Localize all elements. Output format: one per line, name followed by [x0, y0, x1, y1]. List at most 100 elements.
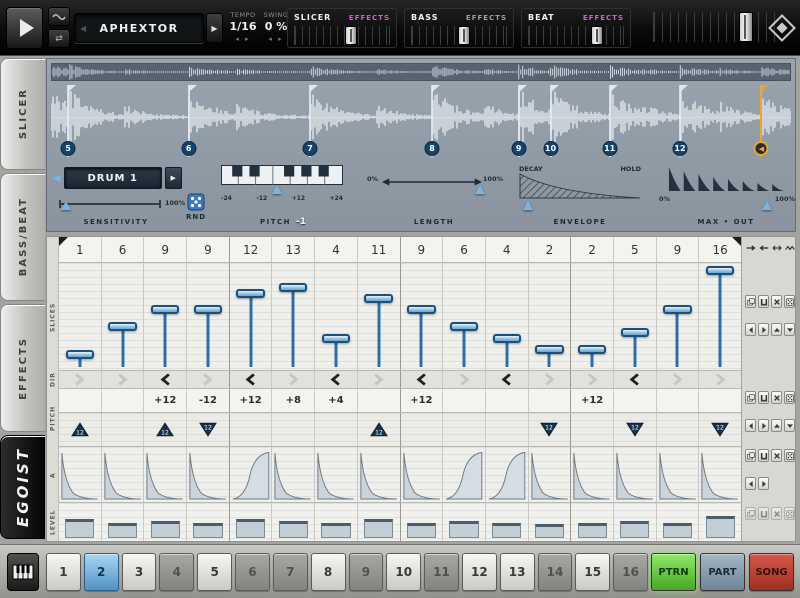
pitch-marker[interactable] — [272, 185, 282, 194]
direction-toggle[interactable] — [59, 371, 102, 388]
envelope-shape[interactable] — [272, 447, 315, 502]
channel-volume-fader[interactable] — [294, 26, 390, 45]
slices-right-button[interactable] — [758, 323, 769, 336]
level-bar[interactable] — [486, 503, 529, 541]
channel-effects-button[interactable]: EFFECTS — [583, 14, 624, 22]
swap-button[interactable]: ⇄ — [48, 29, 70, 48]
mode-part-button[interactable]: PART — [700, 553, 745, 591]
direction-toggle[interactable] — [699, 371, 741, 388]
sensitivity-slider[interactable] — [59, 197, 161, 213]
envelope-shape[interactable] — [486, 447, 529, 502]
arrow-both-button[interactable] — [771, 242, 782, 254]
step-slice-number[interactable]: 5 — [614, 237, 657, 262]
pattern-step-12[interactable]: 12 — [462, 553, 497, 591]
direction-toggle[interactable] — [358, 371, 401, 388]
slice-marker-badge[interactable]: 11 — [602, 141, 617, 156]
pitch-transpose-value[interactable]: -12 — [187, 389, 230, 412]
pattern-step-2[interactable]: 2 — [84, 553, 119, 591]
slice-slider[interactable] — [187, 263, 230, 370]
pattern-step-13[interactable]: 13 — [500, 553, 535, 591]
slice-slider[interactable] — [614, 263, 657, 370]
step-slice-number[interactable]: 1 — [59, 237, 102, 262]
step-slice-number[interactable]: 13 — [272, 237, 315, 262]
slider-handle[interactable] — [151, 305, 179, 314]
maxout-marker[interactable] — [762, 201, 772, 210]
pitch-octave-marker[interactable] — [272, 413, 315, 446]
pattern-step-3[interactable]: 3 — [122, 553, 157, 591]
zigzag-button[interactable] — [784, 242, 795, 254]
end-marker-badge[interactable]: ◀ — [754, 141, 769, 156]
tempo-control[interactable]: TEMPO 1/16 ◂ ▸ — [226, 11, 260, 43]
pitch-octave-marker[interactable] — [102, 413, 145, 446]
pitch-octave-marker[interactable] — [443, 413, 486, 446]
pitch-octave-marker[interactable] — [486, 413, 529, 446]
pitch-transpose-value[interactable]: +12 — [230, 389, 273, 412]
sensitivity-marker[interactable] — [61, 201, 71, 210]
slice-slider[interactable] — [486, 263, 529, 370]
slider-handle[interactable] — [535, 345, 563, 354]
direction-toggle[interactable] — [144, 371, 187, 388]
side-tab-effects[interactable]: EFFECTS — [0, 304, 45, 432]
pitch-transpose-value[interactable] — [699, 389, 741, 412]
length-marker[interactable] — [475, 185, 485, 194]
slice-marker-badge[interactable]: 7 — [303, 141, 318, 156]
level-paste-button[interactable] — [758, 507, 769, 520]
channel-effects-button[interactable]: EFFECTS — [466, 14, 507, 22]
slider-handle[interactable] — [66, 350, 94, 359]
level-bar[interactable] — [699, 503, 741, 541]
direction-toggle[interactable] — [657, 371, 700, 388]
slider-handle[interactable] — [663, 305, 691, 314]
slice-slider[interactable] — [443, 263, 486, 370]
slice-slider[interactable] — [272, 263, 315, 370]
direction-toggle[interactable] — [187, 371, 230, 388]
slice-slider[interactable] — [59, 263, 102, 370]
pitch-random-button[interactable] — [784, 391, 795, 404]
pitch-left-button[interactable] — [745, 419, 756, 432]
envelope-marker[interactable] — [523, 201, 533, 210]
envelope-shape[interactable] — [187, 447, 230, 502]
preset-next-button[interactable]: ▶ — [206, 13, 223, 43]
slider-handle[interactable] — [364, 294, 392, 303]
mode-ptrn-button[interactable]: PTRN — [651, 553, 696, 591]
slider-handle[interactable] — [450, 322, 478, 331]
level-bar[interactable] — [657, 503, 700, 541]
slices-delete-button[interactable] — [771, 295, 782, 308]
side-tab-slicer[interactable]: SLICER — [0, 58, 45, 170]
length-marker-track[interactable] — [381, 185, 483, 195]
pitch-transpose-value[interactable] — [657, 389, 700, 412]
env-copy-button[interactable] — [745, 449, 756, 462]
pitch-octave-marker[interactable] — [657, 413, 700, 446]
slider-handle[interactable] — [236, 289, 264, 298]
direction-toggle[interactable] — [486, 371, 529, 388]
level-bar[interactable] — [358, 503, 401, 541]
channel-volume-fader[interactable] — [528, 26, 624, 45]
step-slice-number[interactable]: 4 — [315, 237, 358, 262]
level-bar[interactable] — [443, 503, 486, 541]
pitch-transpose-value[interactable] — [443, 389, 486, 412]
slider-handle[interactable] — [493, 334, 521, 343]
slices-random-button[interactable] — [784, 295, 795, 308]
side-tab-egoist[interactable]: EGOIST — [0, 435, 45, 539]
channel-volume-fader[interactable] — [411, 26, 507, 45]
pattern-step-16[interactable]: 16 — [613, 553, 648, 591]
pitch-transpose-value[interactable]: +4 — [315, 389, 358, 412]
arrow-right-button[interactable] — [745, 242, 756, 254]
retrigger-button[interactable] — [48, 7, 70, 26]
level-bar[interactable] — [144, 503, 187, 541]
pitch-octave-marker[interactable] — [401, 413, 444, 446]
envelope-shape[interactable] — [102, 447, 145, 502]
direction-toggle[interactable] — [102, 371, 145, 388]
pitch-copy-button[interactable] — [745, 391, 756, 404]
pitch-transpose-value[interactable] — [486, 389, 529, 412]
master-volume-fader[interactable] — [653, 12, 775, 42]
step-slice-number[interactable]: 6 — [102, 237, 145, 262]
env-delete-button[interactable] — [771, 449, 782, 462]
level-bar[interactable] — [272, 503, 315, 541]
play-button[interactable] — [6, 7, 43, 49]
step-slice-number[interactable]: 9 — [144, 237, 187, 262]
envelope-shape[interactable] — [571, 447, 614, 502]
tempo-spinner-icons[interactable]: ◂ ▸ — [226, 35, 260, 43]
envelope-graph[interactable] — [519, 173, 641, 199]
fader-handle[interactable] — [458, 26, 470, 45]
pitch-transpose-value[interactable] — [614, 389, 657, 412]
